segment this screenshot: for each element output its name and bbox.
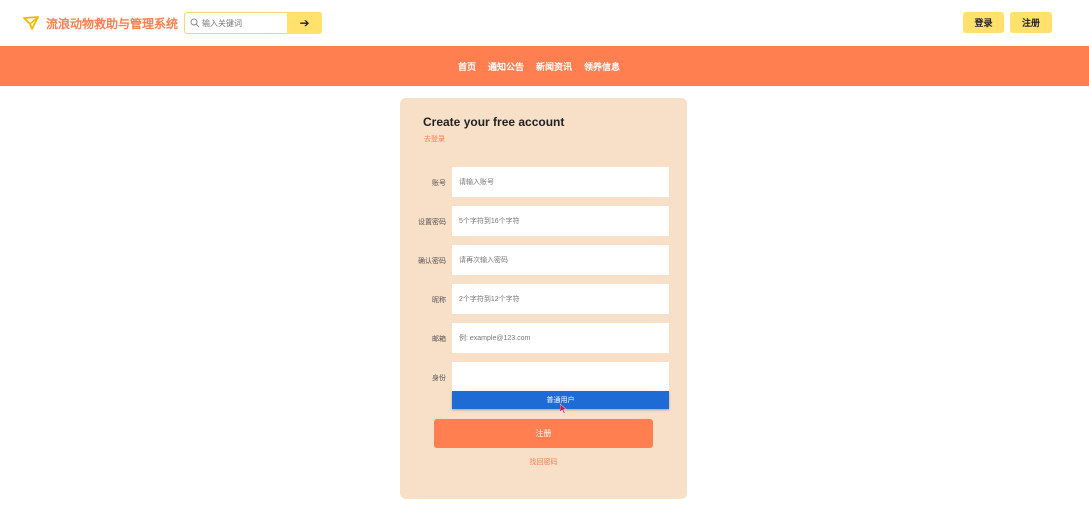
nav-item-news[interactable]: 新闻资讯	[536, 60, 572, 73]
submit-register-button[interactable]: 注册	[434, 419, 653, 448]
search-icon	[190, 18, 200, 28]
nav-item-adoption[interactable]: 领养信息	[584, 60, 620, 73]
email-label: 邮箱	[432, 336, 446, 343]
nav-item-notices[interactable]: 通知公告	[488, 60, 524, 73]
search-button[interactable]: ➔	[287, 12, 322, 34]
arrow-right-icon: ➔	[299, 16, 310, 30]
email-field[interactable]: 例: example@123.com	[452, 323, 669, 353]
register-card: Create your free account 去登录 账号 请输入账号 设置…	[400, 98, 687, 499]
nav-item-home[interactable]: 首页	[458, 60, 476, 73]
site-title[interactable]: 流浪动物救助与管理系统	[46, 15, 178, 32]
search-input[interactable]	[202, 15, 288, 31]
search-box: ➔	[184, 12, 322, 34]
main-nav: 首页 通知公告 新闻资讯 领养信息	[0, 46, 1089, 86]
paper-plane-icon[interactable]	[23, 15, 39, 31]
nickname-field[interactable]: 2个字符到12个字符	[452, 284, 669, 314]
goto-login-link[interactable]: 去登录	[424, 134, 445, 144]
form-title: Create your free account	[423, 115, 565, 129]
mouse-cursor-icon	[560, 404, 568, 414]
identity-select[interactable]	[452, 362, 669, 392]
forgot-password-link[interactable]: 找回密码	[400, 457, 687, 467]
confirm-password-label: 确认密码	[418, 258, 446, 265]
nickname-label: 昵称	[432, 297, 446, 304]
username-label: 账号	[432, 180, 446, 187]
login-button[interactable]: 登录	[963, 12, 1004, 33]
top-header: 流浪动物救助与管理系统 ➔ 登录 注册	[0, 0, 1089, 46]
confirm-password-field[interactable]: 请再次输入密码	[452, 245, 669, 275]
username-field[interactable]: 请输入账号	[452, 167, 669, 197]
password-label: 设置密码	[418, 219, 446, 226]
register-button[interactable]: 注册	[1010, 12, 1052, 33]
password-field[interactable]: 5个字符到16个字符	[452, 206, 669, 236]
identity-label: 身份	[432, 375, 446, 382]
